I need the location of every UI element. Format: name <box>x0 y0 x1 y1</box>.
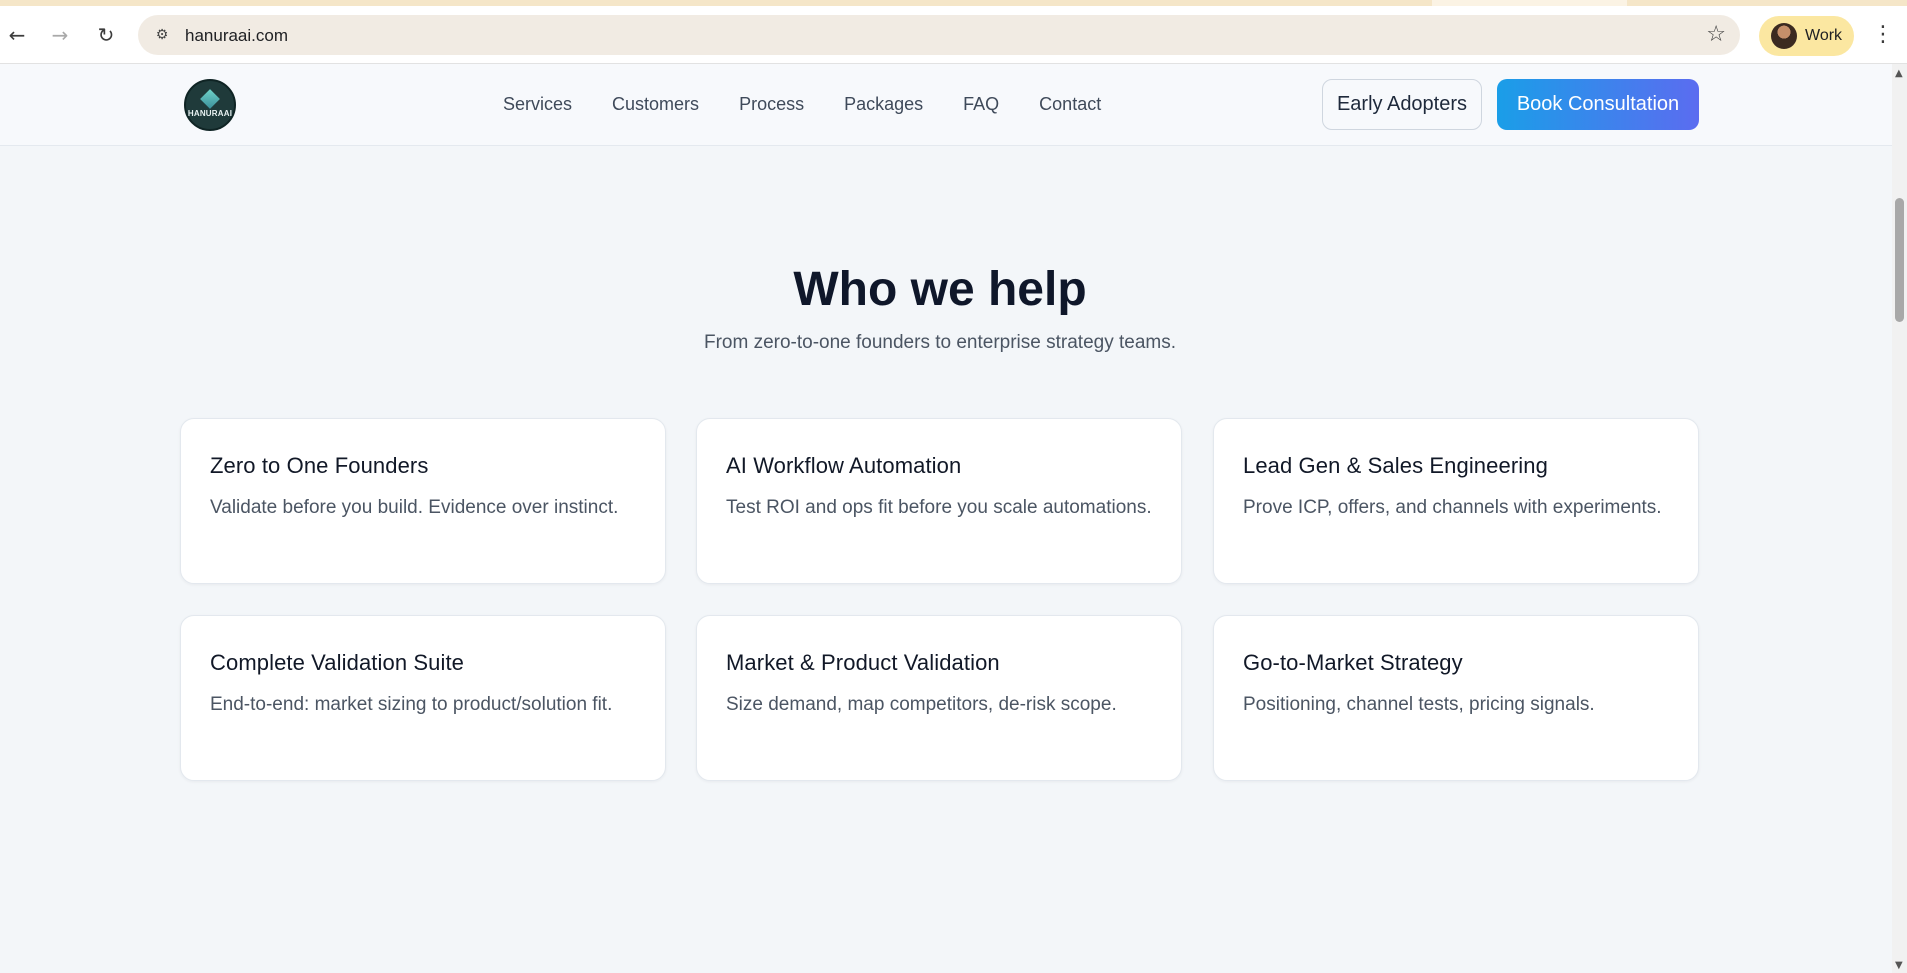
avatar <box>1771 23 1797 49</box>
scroll-thumb[interactable] <box>1895 198 1904 322</box>
bookmark-star-icon[interactable]: ☆ <box>1706 22 1726 47</box>
early-adopters-button[interactable]: Early Adopters <box>1322 79 1482 130</box>
nav-contact[interactable]: Contact <box>1039 94 1101 115</box>
nav-packages[interactable]: Packages <box>844 94 923 115</box>
card-description: Prove ICP, offers, and channels with exp… <box>1243 497 1662 518</box>
profile-label: Work <box>1805 27 1843 44</box>
card-title: Go-to-Market Strategy <box>1243 650 1463 675</box>
profile-button[interactable]: Work <box>1759 16 1854 56</box>
scroll-up-icon[interactable]: ▲ <box>1895 68 1903 79</box>
nav-process[interactable]: Process <box>739 94 804 115</box>
logo-mark-icon <box>200 89 220 109</box>
forward-icon[interactable]: → <box>47 22 73 48</box>
card-description: Positioning, channel tests, pricing sign… <box>1243 694 1595 715</box>
card-description: Test ROI and ops fit before you scale au… <box>726 497 1152 518</box>
card-description: End-to-end: market sizing to product/sol… <box>210 694 613 715</box>
site-settings-icon[interactable]: ⚙ <box>152 25 172 45</box>
card-title: Market & Product Validation <box>726 650 1000 675</box>
scroll-down-icon[interactable]: ▼ <box>1895 960 1903 971</box>
browser-toolbar: ← → ↻ ⚙ hanuraai.com ☆ Work ⋮ <box>0 6 1907 64</box>
card-description: Validate before you build. Evidence over… <box>210 497 619 518</box>
nav-customers[interactable]: Customers <box>612 94 699 115</box>
nav-faq[interactable]: FAQ <box>963 94 999 115</box>
book-consultation-button[interactable]: Book Consultation <box>1497 79 1699 130</box>
section-title: Who we help <box>793 263 1087 316</box>
card-gtm-strategy[interactable]: Go-to-Market Strategy Positioning, chann… <box>1213 615 1699 781</box>
card-ai-workflow[interactable]: AI Workflow Automation Test ROI and ops … <box>696 418 1182 584</box>
reload-icon[interactable]: ↻ <box>93 22 119 48</box>
card-title: Complete Validation Suite <box>210 650 465 675</box>
card-title: AI Workflow Automation <box>726 453 962 478</box>
main-nav: Services Customers Process Packages FAQ … <box>503 94 1141 115</box>
address-bar[interactable]: ⚙ hanuraai.com ☆ <box>138 15 1740 55</box>
back-icon[interactable]: ← <box>4 22 30 48</box>
card-validation-suite[interactable]: Complete Validation Suite End-to-end: ma… <box>180 615 666 781</box>
logo[interactable]: HANURAAI <box>184 79 236 131</box>
page-scrollbar[interactable]: ▲ ▼ <box>1892 64 1907 973</box>
card-market-product[interactable]: Market & Product Validation Size demand,… <box>696 615 1182 781</box>
browser-menu-icon[interactable]: ⋮ <box>1872 24 1894 46</box>
nav-services[interactable]: Services <box>503 94 572 115</box>
section-subtitle: From zero-to-one founders to enterprise … <box>703 332 1177 353</box>
card-lead-gen[interactable]: Lead Gen & Sales Engineering Prove ICP, … <box>1213 418 1699 584</box>
card-description: Size demand, map competitors, de-risk sc… <box>726 694 1117 715</box>
card-title: Lead Gen & Sales Engineering <box>1243 453 1548 478</box>
card-title: Zero to One Founders <box>210 453 429 478</box>
logo-text: HANURAAI <box>187 109 233 118</box>
address-url[interactable]: hanuraai.com <box>185 26 288 46</box>
card-zero-to-one[interactable]: Zero to One Founders Validate before you… <box>180 418 666 584</box>
site-header: HANURAAI Services Customers Process Pack… <box>0 64 1892 146</box>
